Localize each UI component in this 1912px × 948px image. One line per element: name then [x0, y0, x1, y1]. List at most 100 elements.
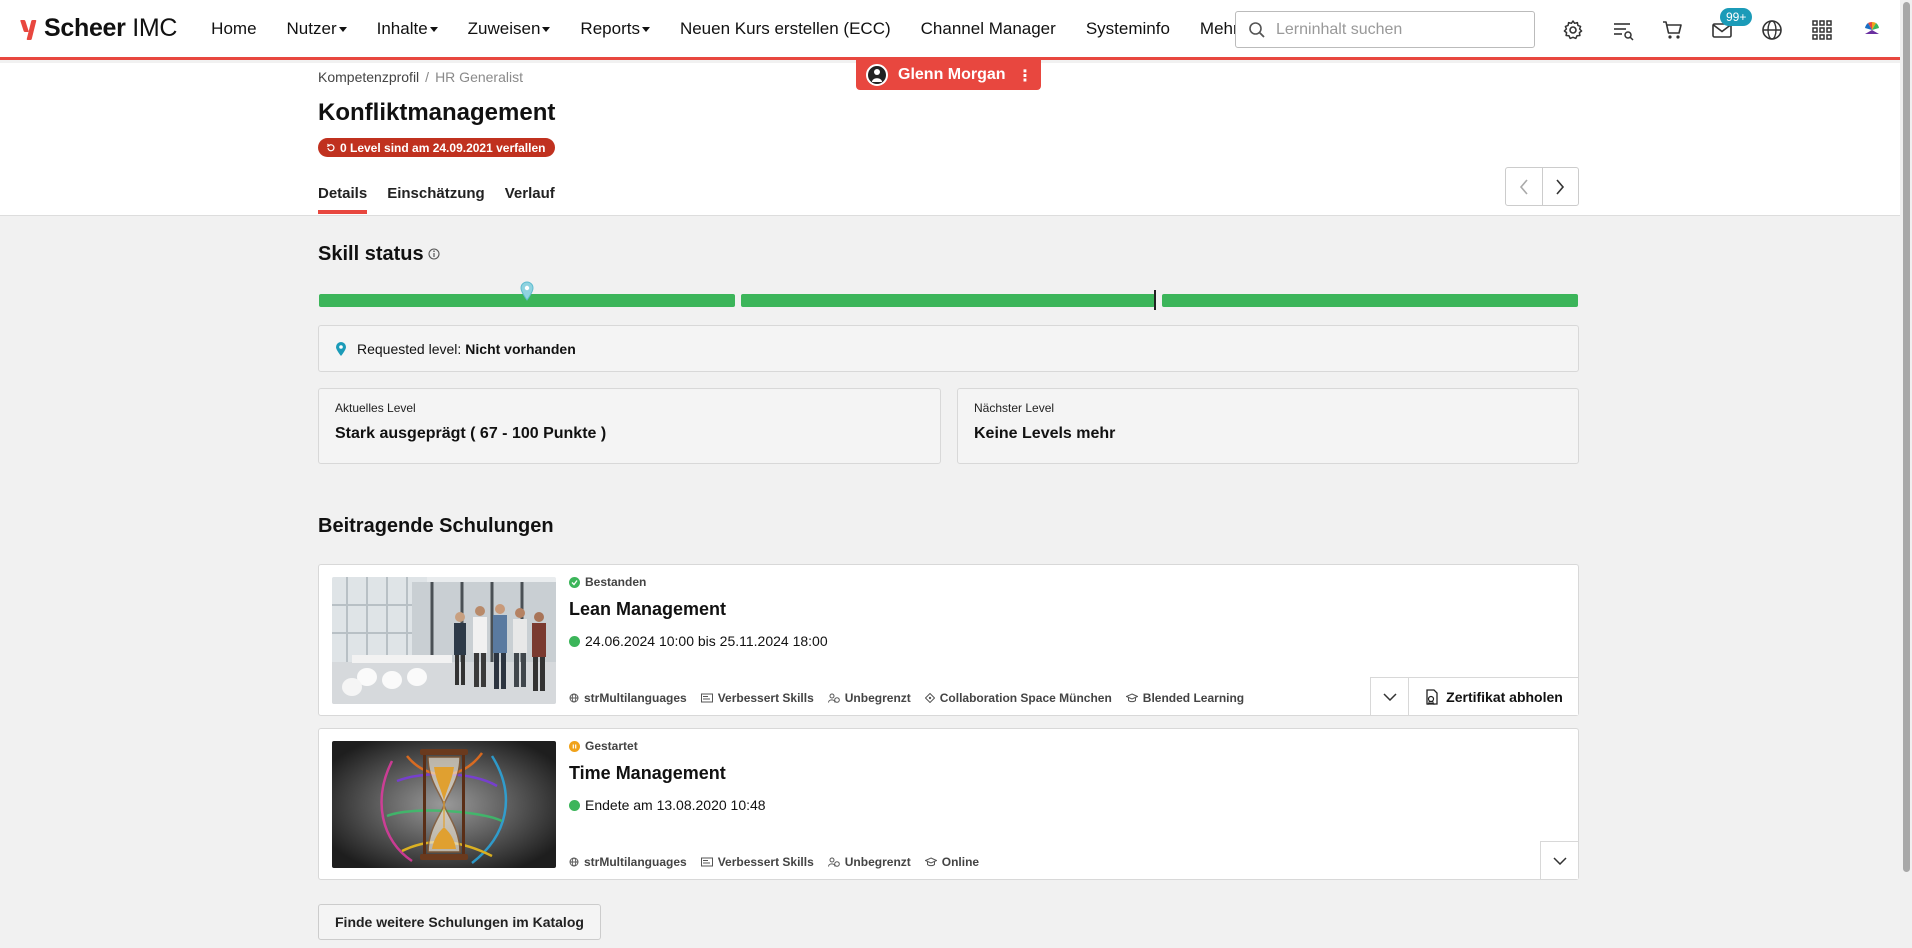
- more-options-icon[interactable]: ⋮: [1017, 66, 1033, 86]
- nav-neuer-kurs[interactable]: Neuen Kurs erstellen (ECC): [680, 19, 891, 39]
- nav-nutzer[interactable]: Nutzer: [287, 19, 347, 39]
- globe-icon: [569, 857, 579, 867]
- caret-down-icon: [429, 27, 438, 32]
- partner-logo-icon[interactable]: [1860, 18, 1884, 42]
- user-clock-icon: [827, 857, 840, 867]
- meta-format: Online: [924, 855, 979, 869]
- chevron-down-icon: [1382, 692, 1397, 701]
- breadcrumb-separator: /: [425, 69, 430, 85]
- course-meta: strMultilanguages Verbessert Skills Unbe…: [569, 691, 1258, 705]
- skills-icon: [700, 693, 713, 703]
- expand-course-button[interactable]: [1370, 677, 1408, 715]
- current-level-indicator: [1154, 290, 1156, 310]
- user-clock-icon: [827, 693, 840, 703]
- expand-course-button[interactable]: [1540, 841, 1578, 879]
- history-icon: [326, 143, 335, 151]
- course-title[interactable]: Lean Management: [569, 599, 726, 620]
- task-list-icon[interactable]: [1611, 18, 1635, 42]
- tab-verlauf[interactable]: Verlauf: [505, 185, 555, 214]
- course-date: Endete am 13.08.2020 10:48: [569, 797, 766, 813]
- settings-gear-icon[interactable]: [1561, 18, 1585, 42]
- certificate-icon: [1426, 688, 1438, 705]
- status-started-icon: [569, 740, 580, 752]
- graduation-cap-icon: [924, 857, 937, 867]
- course-card-time-management[interactable]: Gestartet Time Management Endete am 13.0…: [318, 728, 1579, 880]
- find-more-courses-button[interactable]: Finde weitere Schulungen im Katalog: [318, 904, 601, 940]
- requested-level-marker-icon: [520, 281, 534, 301]
- user-avatar: [866, 64, 888, 86]
- nav-reports[interactable]: Reports: [580, 19, 650, 39]
- skill-level-bar-3: [1162, 294, 1578, 307]
- brand-logo-icon: [20, 18, 38, 40]
- clock-icon: [569, 799, 580, 811]
- page-title: Konfliktmanagement: [318, 99, 556, 126]
- caret-down-icon: [338, 27, 347, 32]
- course-meta: strMultilanguages Verbessert Skills Unbe…: [569, 855, 993, 869]
- top-navigation: Scheer IMC Home Nutzer Inhalte Zuweisen …: [0, 0, 1912, 60]
- app-grid-icon[interactable]: [1810, 18, 1834, 42]
- requested-level-value: Nicht vorhanden: [465, 340, 576, 357]
- breadcrumb: Kompetenzprofil / HR Generalist: [318, 69, 523, 85]
- search-box[interactable]: [1235, 11, 1535, 48]
- next-level-value: Keine Levels mehr: [974, 425, 1116, 442]
- meta-language: strMultilanguages: [569, 855, 687, 869]
- course-thumbnail[interactable]: [332, 577, 556, 704]
- info-icon[interactable]: [428, 248, 440, 260]
- meta-duration: Unbegrenzt: [827, 691, 911, 705]
- skills-icon: [700, 857, 713, 867]
- page-scrollbar[interactable]: [1900, 0, 1912, 948]
- chevron-down-icon: [1552, 856, 1567, 865]
- course-status: Gestartet: [569, 739, 638, 753]
- expired-levels-badge: 0 Level sind am 24.09.2021 verfallen: [318, 138, 556, 157]
- nav-zuweisen[interactable]: Zuweisen: [468, 19, 551, 39]
- brand-logo[interactable]: Scheer IMC: [20, 14, 177, 43]
- next-level-label: Nächster Level: [974, 401, 1055, 415]
- caret-down-icon: [641, 27, 650, 32]
- meta-location: Collaboration Space München: [924, 691, 1112, 705]
- requested-level-label: Requested level:: [357, 340, 462, 357]
- requested-level-panel: Requested level: Nicht vorhanden: [318, 325, 1579, 372]
- diamond-icon: [924, 693, 935, 703]
- tab-einschaetzung[interactable]: Einschätzung: [387, 185, 485, 214]
- chevron-right-icon: [1556, 178, 1565, 195]
- course-date: 24.06.2024 10:00 bis 25.11.2024 18:00: [569, 633, 828, 649]
- meta-format: Blended Learning: [1125, 691, 1244, 705]
- course-card-lean-management[interactable]: Bestanden Lean Management 24.06.2024 10:…: [318, 564, 1579, 716]
- meta-language: strMultilanguages: [569, 691, 687, 705]
- previous-button[interactable]: [1506, 168, 1543, 205]
- nav-inhalte[interactable]: Inhalte: [377, 19, 438, 39]
- meta-improves-skills: Verbessert Skills: [700, 691, 814, 705]
- clock-icon: [569, 635, 580, 647]
- course-status: Bestanden: [569, 575, 646, 589]
- current-level-value: Stark ausgeprägt ( 67 - 100 Punkte ): [335, 425, 607, 442]
- breadcrumb-current: HR Generalist: [435, 69, 523, 85]
- record-pager: [1505, 167, 1579, 206]
- location-pin-icon: [336, 341, 346, 356]
- nav-systeminfo[interactable]: Systeminfo: [1086, 19, 1170, 39]
- graduation-cap-icon: [1125, 693, 1138, 703]
- breadcrumb-parent[interactable]: Kompetenzprofil: [318, 69, 419, 85]
- search-icon: [1249, 21, 1265, 38]
- caret-down-icon: [542, 27, 551, 32]
- nav-home[interactable]: Home: [211, 19, 256, 39]
- get-certificate-button[interactable]: Zertifikat abholen: [1408, 677, 1578, 715]
- globe-icon: [569, 693, 579, 703]
- skill-level-bar-2: [741, 294, 1155, 307]
- course-title[interactable]: Time Management: [569, 763, 726, 784]
- globe-icon[interactable]: [1760, 18, 1784, 42]
- messages-badge: 99+: [1720, 8, 1753, 26]
- tab-details[interactable]: Details: [318, 185, 368, 214]
- cart-icon[interactable]: [1661, 18, 1685, 42]
- current-level-card: Aktuelles Level Stark ausgeprägt ( 67 - …: [318, 388, 941, 464]
- next-button[interactable]: [1543, 168, 1579, 205]
- chevron-left-icon: [1519, 178, 1528, 195]
- impersonated-user-pill[interactable]: Glenn Morgan ⋮: [856, 60, 1041, 90]
- nav-channel-manager[interactable]: Channel Manager: [921, 19, 1056, 39]
- course-thumbnail[interactable]: [332, 741, 556, 868]
- next-level-card: Nächster Level Keine Levels mehr: [957, 388, 1579, 464]
- scrollbar-thumb[interactable]: [1903, 2, 1910, 872]
- search-input[interactable]: [1276, 20, 1516, 39]
- current-level-label: Aktuelles Level: [335, 401, 416, 415]
- tab-bar: Details Einschätzung Verlauf: [318, 185, 575, 214]
- meta-improves-skills: Verbessert Skills: [700, 855, 814, 869]
